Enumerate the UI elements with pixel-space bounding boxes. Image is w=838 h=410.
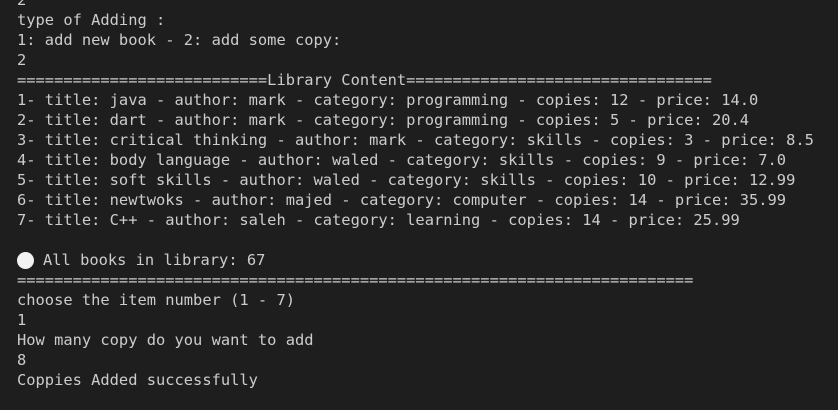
terminal-line: type of Adding : bbox=[17, 11, 166, 29]
book-line: 1- title: java - author: mark - category… bbox=[17, 91, 759, 109]
book-line: 6- title: newtwoks - author: majed - cat… bbox=[17, 191, 787, 209]
book-line: 7- title: C++ - author: saleh - category… bbox=[17, 211, 740, 229]
prompt-copy-count: How many copy do you want to add bbox=[17, 331, 314, 349]
library-content-header: ===========================Library Conte… bbox=[17, 71, 712, 89]
book-line: 3- title: critical thinking - author: ma… bbox=[17, 131, 814, 149]
input-copy-count: 8 bbox=[17, 351, 27, 369]
total-books-text: All books in library: 67 bbox=[43, 251, 266, 269]
terminal-line: 1: add new book - 2: add some copy: bbox=[17, 31, 342, 49]
book-line: 2- title: dart - author: mark - category… bbox=[17, 111, 750, 129]
book-line: 5- title: soft skills - author: waled - … bbox=[17, 171, 796, 189]
terminal-output[interactable]: 2 type of Adding : 1: add new book - 2: … bbox=[0, 0, 838, 410]
separator-line: ========================================… bbox=[17, 271, 694, 289]
total-books-line: All books in library: 67 bbox=[17, 250, 838, 270]
prompt-choose-item: choose the item number (1 - 7) bbox=[17, 291, 295, 309]
result-message: Coppies Added successfully bbox=[17, 371, 258, 389]
terminal-line: 2 bbox=[17, 0, 27, 9]
terminal-line: 2 bbox=[17, 51, 27, 69]
input-item-number: 1 bbox=[17, 311, 27, 329]
book-line: 4- title: body language - author: waled … bbox=[17, 151, 787, 169]
white-circle-icon bbox=[17, 251, 34, 269]
